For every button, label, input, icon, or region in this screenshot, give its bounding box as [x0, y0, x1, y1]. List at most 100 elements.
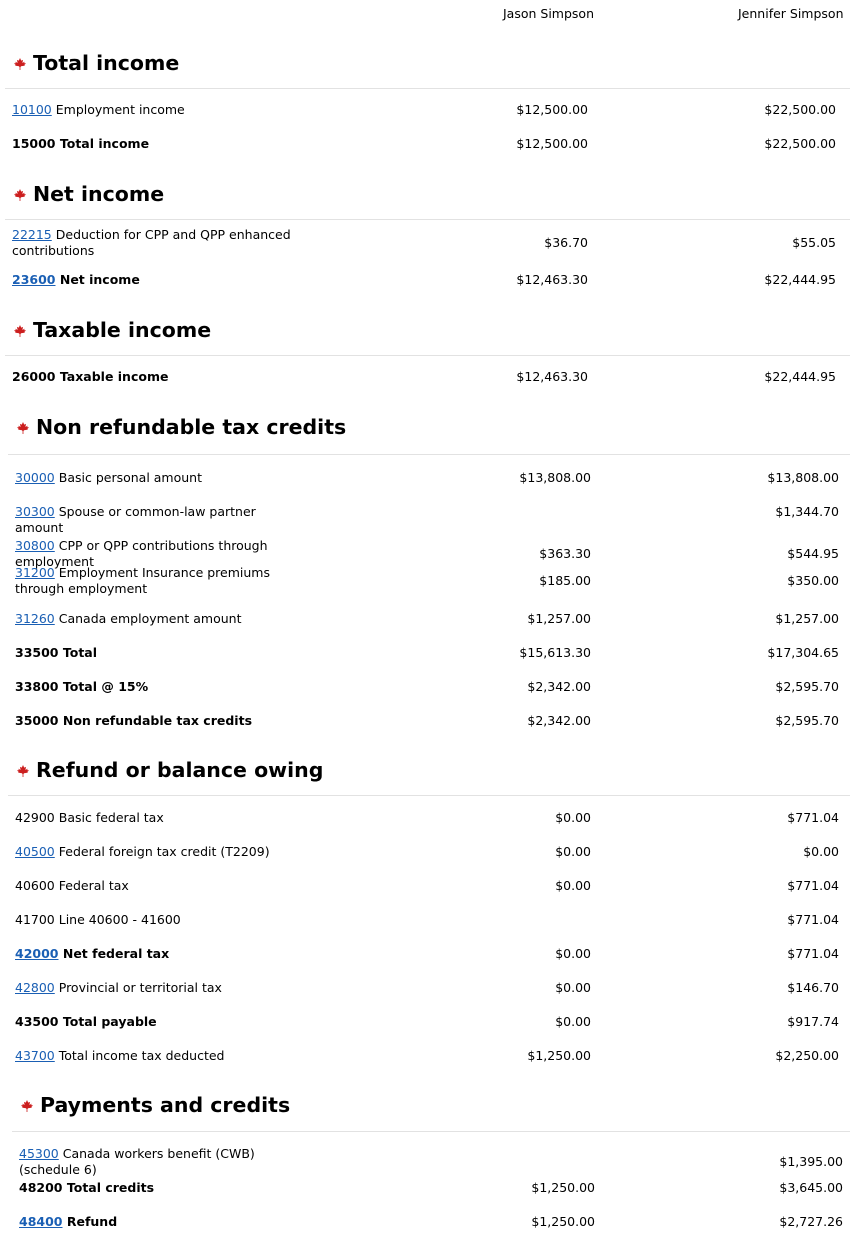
table-row: 35000 Non refundable tax credits $2,342.0… — [0, 713, 858, 747]
person2-column-header: Jennifer Simpson — [738, 6, 844, 21]
line-code: 42900 — [15, 810, 55, 825]
table-row: 42000 Net federal tax $0.00 $771.04 — [0, 946, 858, 980]
line-code: 33500 — [15, 645, 59, 660]
person2-value: $0.00 — [803, 844, 839, 859]
line-description: Deduction for CPP and QPP enhanced contr… — [12, 227, 291, 258]
person1-value: $0.00 — [555, 810, 591, 825]
table-row: 42900 Basic federal tax $0.00 $771.04 — [0, 810, 858, 844]
line-label: 31200 Employment Insurance premiums thro… — [15, 565, 305, 597]
person2-value: $146.70 — [787, 980, 839, 995]
line-code: 41700 — [15, 912, 55, 927]
person1-value: $12,500.00 — [516, 136, 588, 151]
person1-value: $185.00 — [539, 573, 591, 588]
section-title: Payments and credits — [40, 1093, 291, 1117]
line-31260-link[interactable]: 31260 — [15, 611, 55, 626]
line-label: 33800 Total @ 15% — [15, 679, 305, 695]
section-non-refundable-tax-credits: Non refundable tax credits 30000 Basic pe… — [0, 414, 858, 728]
person2-value: $22,500.00 — [764, 102, 836, 117]
line-label: 23600 Net income — [12, 272, 302, 288]
person2-value: $17,304.65 — [767, 645, 839, 660]
line-31200-link[interactable]: 31200 — [15, 565, 55, 580]
line-30000-link[interactable]: 30000 — [15, 470, 55, 485]
line-code: 35000 — [15, 713, 59, 728]
table-row: 30300 Spouse or common-law partner amoun… — [0, 504, 858, 538]
line-label: 41700 Line 40600 - 41600 — [15, 912, 305, 928]
person2-value: $350.00 — [787, 573, 839, 588]
line-label: 33500 Total — [15, 645, 305, 661]
table-row: 33500 Total $15,613.30 $17,304.65 — [0, 645, 858, 679]
maple-leaf-icon — [14, 189, 26, 201]
person1-value: $36.70 — [544, 235, 588, 250]
line-code: 48200 — [19, 1180, 63, 1195]
line-description: Refund — [66, 1214, 118, 1229]
section-title: Refund or balance owing — [36, 758, 324, 782]
line-40500-link[interactable]: 40500 — [15, 844, 55, 859]
person2-value: $771.04 — [787, 878, 839, 893]
line-30800-link[interactable]: 30800 — [15, 538, 55, 553]
table-row: 45300 Canada workers benefit (CWB) (sche… — [0, 1146, 858, 1180]
person1-value: $1,257.00 — [527, 611, 591, 626]
line-description: Provincial or territorial tax — [58, 980, 222, 995]
table-row: 43700 Total income tax deducted $1,250.00… — [0, 1048, 858, 1082]
line-label: 40600 Federal tax — [15, 878, 305, 894]
line-43700-link[interactable]: 43700 — [15, 1048, 55, 1063]
line-label: 42900 Basic federal tax — [15, 810, 305, 826]
line-label: 26000 Taxable income — [12, 369, 302, 385]
line-description: Total payable — [62, 1014, 157, 1029]
table-row: 40500 Federal foreign tax credit (T2209)… — [0, 844, 858, 878]
person2-value: $1,257.00 — [775, 611, 839, 626]
person1-value: $1,250.00 — [527, 1048, 591, 1063]
line-description: Total — [62, 645, 98, 660]
table-row: 41700 Line 40600 - 41600 $771.04 — [0, 912, 858, 946]
line-30300-link[interactable]: 30300 — [15, 504, 55, 519]
section-payments-and-credits: Payments and credits 45300 Canada workers… — [0, 1092, 858, 1229]
line-code: 33800 — [15, 679, 59, 694]
person2-value: $917.74 — [787, 1014, 839, 1029]
line-10100-link[interactable]: 10100 — [12, 102, 52, 117]
section-divider — [8, 454, 850, 455]
line-23600-link[interactable]: 23600 — [12, 272, 56, 287]
person2-value: $2,250.00 — [775, 1048, 839, 1063]
tax-summary-page: Jason Simpson Jennifer Simpson Total inc… — [0, 0, 858, 1248]
table-row: 31260 Canada employment amount $1,257.00 $… — [0, 611, 858, 645]
person1-value: $12,500.00 — [516, 102, 588, 117]
line-42000-link[interactable]: 42000 — [15, 946, 59, 961]
person1-value: $1,250.00 — [531, 1180, 595, 1195]
line-label: 40500 Federal foreign tax credit (T2209) — [15, 844, 305, 860]
person2-value: $771.04 — [787, 946, 839, 961]
section-header: Refund or balance owing — [0, 757, 858, 787]
line-42800-link[interactable]: 42800 — [15, 980, 55, 995]
person1-value: $0.00 — [555, 1014, 591, 1029]
line-code: 43500 — [15, 1014, 59, 1029]
person2-value: $1,344.70 — [775, 504, 839, 519]
section-total-income: Total income 10100 Employment income $12,5… — [0, 50, 858, 151]
table-row: 26000 Taxable income $12,463.30 $22,444.95 — [0, 369, 858, 403]
person2-value: $544.95 — [787, 546, 839, 561]
table-row: 48400 Refund $1,250.00 $2,727.26 — [0, 1214, 858, 1248]
line-code: 26000 — [12, 369, 56, 384]
line-label: 42800 Provincial or territorial tax — [15, 980, 305, 996]
person2-value: $22,444.95 — [764, 369, 836, 384]
line-label: 31260 Canada employment amount — [15, 611, 305, 627]
person1-value: $13,808.00 — [519, 470, 591, 485]
section-net-income: Net income 22215 Deduction for CPP and QP… — [0, 181, 858, 287]
person1-value: $12,463.30 — [516, 272, 588, 287]
table-row: 23600 Net income $12,463.30 $22,444.95 — [0, 272, 858, 306]
line-45300-link[interactable]: 45300 — [19, 1146, 59, 1161]
person1-value: $12,463.30 — [516, 369, 588, 384]
person1-value: $0.00 — [555, 878, 591, 893]
section-header: Taxable income — [0, 317, 858, 347]
maple-leaf-icon — [14, 58, 26, 70]
table-row: 40600 Federal tax $0.00 $771.04 — [0, 878, 858, 912]
line-48400-link[interactable]: 48400 — [19, 1214, 63, 1229]
table-row: 43500 Total payable $0.00 $917.74 — [0, 1014, 858, 1048]
line-label: 22215 Deduction for CPP and QPP enhanced… — [12, 227, 302, 259]
table-row: 31200 Employment Insurance premiums thro… — [0, 565, 858, 599]
line-description: Basic federal tax — [58, 810, 164, 825]
section-divider — [5, 219, 850, 220]
line-22215-link[interactable]: 22215 — [12, 227, 52, 242]
column-headers: Jason Simpson Jennifer Simpson — [0, 0, 858, 28]
line-label: 30300 Spouse or common-law partner amoun… — [15, 504, 305, 536]
person2-value: $55.05 — [792, 235, 836, 250]
section-title: Taxable income — [33, 318, 212, 342]
